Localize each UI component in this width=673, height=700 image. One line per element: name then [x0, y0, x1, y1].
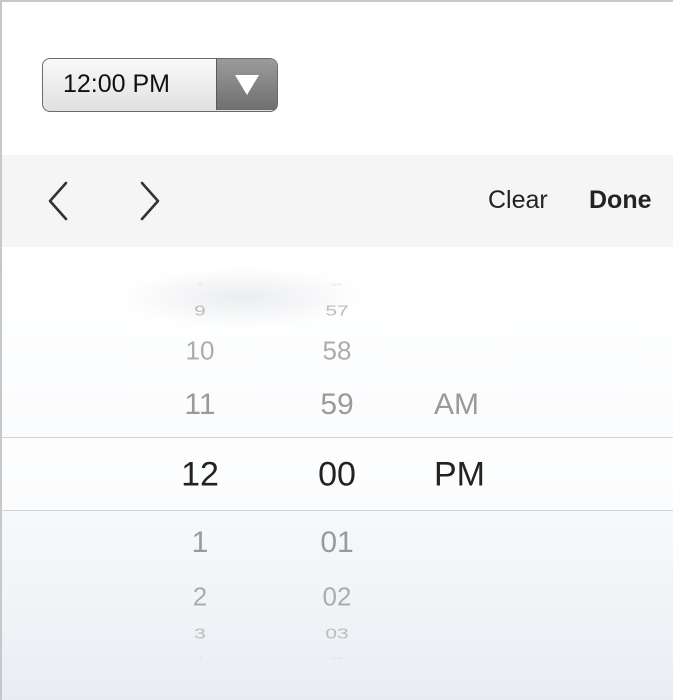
time-select-value: 12:00 PM [63, 70, 171, 98]
clear-button[interactable]: Clear [488, 185, 548, 215]
previous-button[interactable] [40, 179, 80, 223]
minute-selected: 00 [318, 455, 356, 494]
hour-option: 3 [194, 625, 206, 642]
hour-option: 1 [191, 526, 209, 559]
hour-option: 10 [185, 335, 215, 366]
chevron-right-icon [140, 181, 160, 221]
hour-option: 2 [192, 581, 208, 612]
minute-option: 02 [322, 581, 352, 612]
chevron-left-icon [48, 181, 68, 221]
minute-option: 57 [325, 302, 349, 319]
caret-down-icon [235, 75, 259, 95]
hour-option: 4 [197, 657, 203, 661]
dropdown-button[interactable] [216, 59, 277, 110]
minute-option: 04 [331, 657, 343, 661]
ampm-wheel[interactable]: AM PM [422, 247, 532, 700]
hour-option: 8 [197, 283, 203, 287]
picker-toolbar: Clear Done [2, 155, 673, 247]
hour-wheel[interactable]: 8 9 10 11 12 1 2 3 4 [140, 247, 260, 700]
hour-selected: 12 [181, 455, 219, 494]
done-button[interactable]: Done [589, 185, 652, 215]
next-button[interactable] [128, 179, 168, 223]
minute-option: 01 [320, 526, 354, 559]
hour-option: 11 [184, 388, 216, 421]
ampm-option: AM [434, 388, 479, 421]
time-picker-wheel: 8 9 10 11 12 1 2 3 4 56 57 58 59 00 01 0… [2, 247, 673, 700]
minute-option: 58 [322, 335, 352, 366]
minute-option: 03 [325, 625, 349, 642]
minute-option: 59 [320, 388, 354, 421]
hour-option: 9 [194, 302, 206, 319]
ampm-selected: PM [434, 455, 485, 494]
time-select[interactable]: 12:00 PM [42, 58, 278, 112]
minute-wheel[interactable]: 56 57 58 59 00 01 02 03 04 [282, 247, 392, 700]
minute-option: 56 [331, 283, 343, 287]
